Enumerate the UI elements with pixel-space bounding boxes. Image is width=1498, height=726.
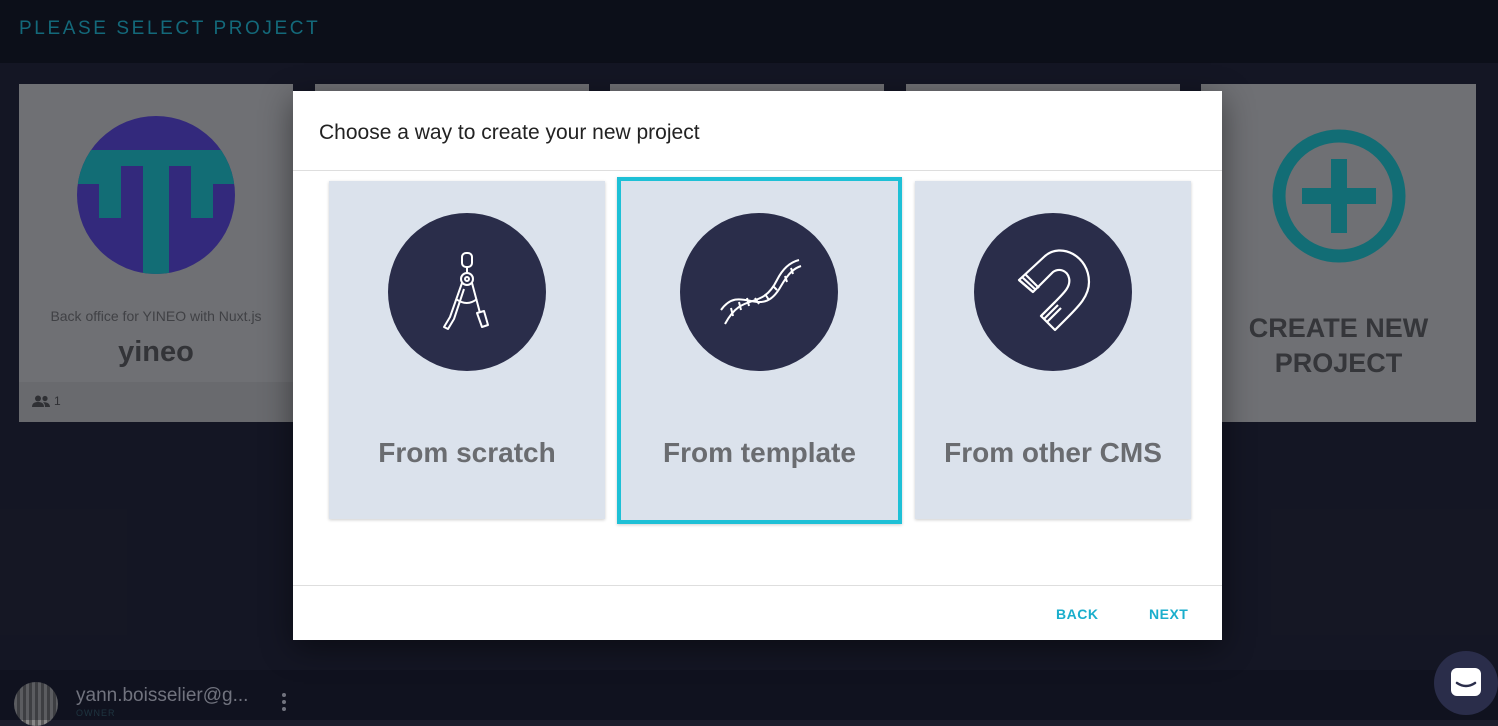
drafting-compass-icon	[443, 252, 489, 330]
magnet-icon	[1017, 249, 1091, 332]
divider	[293, 585, 1222, 586]
dialog-title: Choose a way to create your new project	[319, 121, 700, 144]
dna-icon	[720, 259, 802, 325]
option-icon-circle	[388, 213, 546, 371]
option-label: From template	[663, 437, 856, 468]
back-button[interactable]: BACK	[1056, 606, 1098, 622]
next-button[interactable]: NEXT	[1149, 606, 1188, 622]
option-from-scratch[interactable]: From scratch	[329, 181, 605, 519]
chat-button[interactable]	[1434, 651, 1498, 715]
option-from-other-cms[interactable]: From other CMS	[915, 181, 1191, 519]
option-icon-circle	[680, 213, 838, 371]
option-label: From other CMS	[944, 437, 1162, 468]
divider	[293, 170, 1222, 171]
option-icon-circle	[974, 213, 1132, 371]
chat-icon	[1451, 668, 1481, 696]
create-project-dialog: Choose a way to create your new project …	[293, 91, 1222, 640]
option-label: From scratch	[378, 437, 556, 468]
option-from-template[interactable]: From template	[617, 177, 902, 524]
